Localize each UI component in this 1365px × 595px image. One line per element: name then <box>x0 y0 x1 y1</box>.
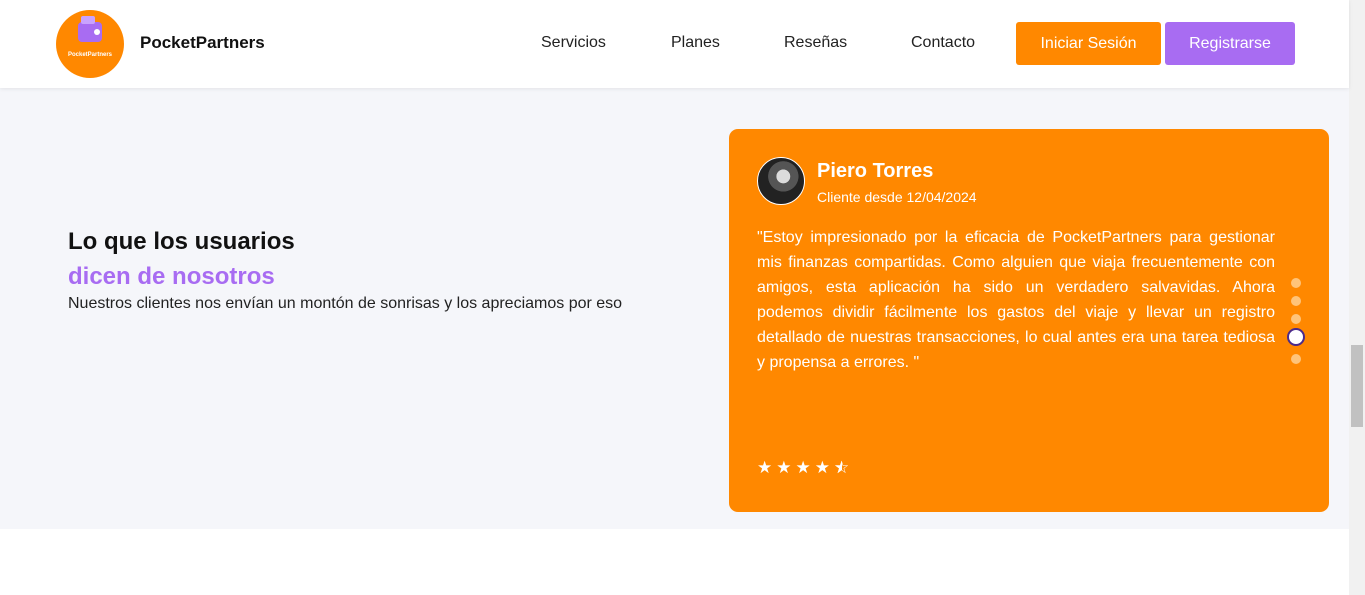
star-half-icon: ★ <box>834 459 850 476</box>
star-full-icon: ★ <box>795 458 811 477</box>
star-rating: ★★★★★ <box>757 459 850 476</box>
carousel-dot[interactable] <box>1291 354 1301 364</box>
testimonials-section: Lo que los usuarios dicen de nosotros Nu… <box>0 88 1349 529</box>
wallet-icon <box>78 16 102 42</box>
page: PocketPartners PocketPartners Servicios … <box>0 0 1365 595</box>
section-subtitle: Nuestros clientes nos envían un montón d… <box>68 295 623 312</box>
site-header: PocketPartners PocketPartners Servicios … <box>0 0 1349 88</box>
section-title: Lo que los usuarios <box>68 228 295 255</box>
carousel-dot[interactable] <box>1291 296 1301 306</box>
star-full-icon: ★ <box>776 458 792 477</box>
star-full-icon: ★ <box>814 458 830 477</box>
brand-name[interactable]: PocketPartners <box>140 33 265 53</box>
logo-text: PocketPartners <box>67 52 113 58</box>
scrollbar[interactable] <box>1349 0 1365 595</box>
reviewer-name: Piero Torres <box>817 160 934 182</box>
nav-link-planes[interactable]: Planes <box>671 34 720 52</box>
review-text: "Estoy impresionado por la eficacia de P… <box>757 229 1275 371</box>
logo[interactable]: PocketPartners <box>56 10 124 78</box>
register-button[interactable]: Registrarse <box>1165 22 1295 65</box>
login-button[interactable]: Iniciar Sesión <box>1016 22 1161 65</box>
section-title-highlight: dicen de nosotros <box>68 263 275 290</box>
reviewer-since: Cliente desde 12/04/2024 <box>817 189 977 205</box>
avatar <box>757 157 805 205</box>
nav-link-resenas[interactable]: Reseñas <box>784 34 847 52</box>
carousel-dot[interactable] <box>1291 314 1301 324</box>
nav-link-contacto[interactable]: Contacto <box>911 34 975 52</box>
testimonial-card: Piero Torres Cliente desde 12/04/2024 "E… <box>729 129 1329 512</box>
carousel-dot-active[interactable] <box>1287 328 1305 346</box>
star-full-icon: ★ <box>757 458 773 477</box>
scrollbar-thumb[interactable] <box>1351 345 1363 427</box>
nav-link-servicios[interactable]: Servicios <box>541 34 606 52</box>
carousel-dot[interactable] <box>1291 278 1301 288</box>
